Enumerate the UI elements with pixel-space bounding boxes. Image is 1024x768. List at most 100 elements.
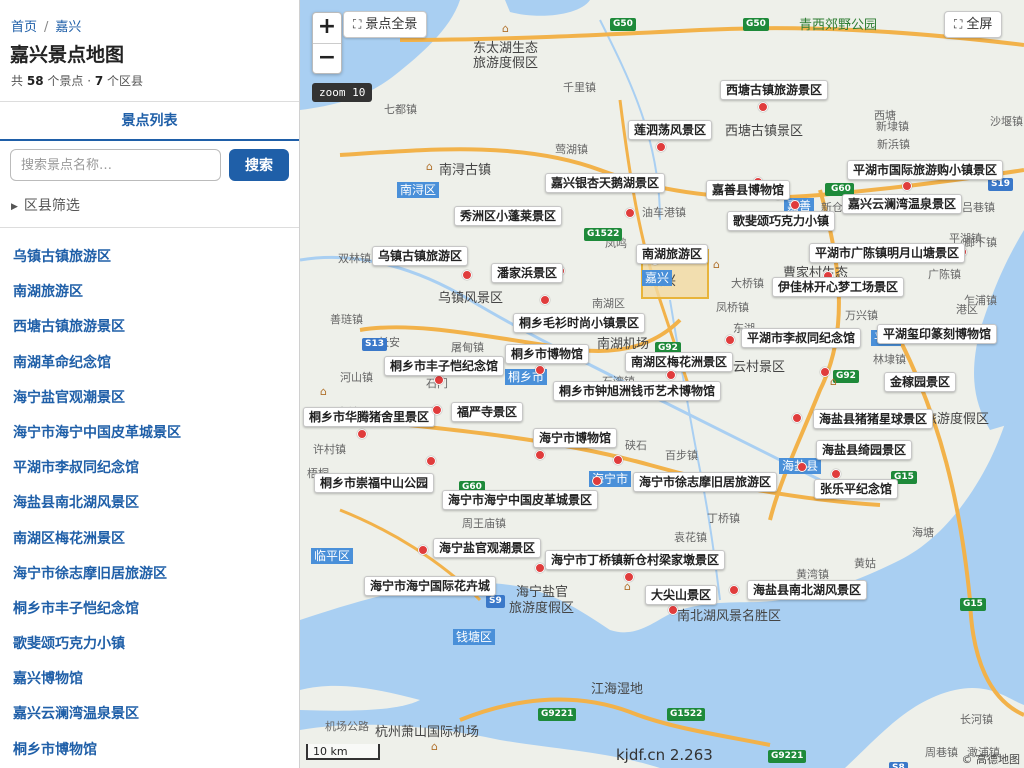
spot-list-item[interactable]: 南湖区梅花洲景区 [0,522,299,557]
map-marker-pin[interactable] [535,365,545,375]
map-marker-label[interactable]: 海宁市海宁中国皮革城景区 [442,490,599,510]
map-marker-pin[interactable] [668,605,678,615]
spot-list-item[interactable]: 海宁盐官观潮景区 [0,381,299,416]
spot-list-item[interactable]: 海盐县南北湖风景区 [0,486,299,521]
district-filter-toggle[interactable]: ▶ 区县筛选 [11,195,80,215]
map-marker-label[interactable]: 莲泗荡风景区 [628,120,713,140]
tab-spot-list[interactable]: 景点列表 [0,101,299,141]
map-place-label: 机场公路 [325,720,369,733]
map-marker-pin[interactable] [624,572,634,582]
map-marker-label[interactable]: 桐乡市崇福中山公园 [314,473,435,493]
map-marker-label[interactable]: 嘉兴云澜湾温泉景区 [842,194,963,214]
road-shield: G50 [610,18,636,31]
spot-list-item[interactable]: 海宁市徐志摩旧居旅游区 [0,557,299,592]
zoom-in-button[interactable]: + [313,13,341,43]
map-place-label: 青西郊野公园 [799,18,878,33]
map-marker-pin[interactable] [426,456,436,466]
map-marker-label[interactable]: 西塘古镇旅游景区 [720,80,829,100]
map-view[interactable]: 东太湖生态 旅游度假区 千里镇 七都镇 南浔古镇 青西郊野公园 西塘古镇景区 新埭镇 吕巷镇 油车… [300,0,1024,768]
map-place-label: 西塘古镇景区 [725,124,804,139]
map-marker-pin[interactable] [790,200,800,210]
map-marker-label[interactable]: 南湖旅游区 [636,244,709,264]
map-marker-label[interactable]: 嘉兴银杏天鹅湖景区 [545,173,666,193]
search-button[interactable]: 搜索 [229,149,289,181]
map-marker-pin[interactable] [535,450,545,460]
map-marker-label[interactable]: 桐乡市华腾猪舍里景区 [303,407,436,427]
map-marker-label[interactable]: 张乐平纪念馆 [814,479,899,499]
map-place-label: 七都镇 [384,103,417,116]
map-marker-label[interactable]: 海宁市博物馆 [533,428,618,448]
map-marker-label[interactable]: 海宁市徐志摩旧居旅游区 [633,472,778,492]
map-place-label: 油车港镇 [642,206,686,219]
map-marker-pin[interactable] [656,142,666,152]
map-marker-pin[interactable] [432,405,442,415]
fullscreen-button[interactable]: ⛶ 全屏 [944,11,1003,38]
map-marker-label[interactable]: 桐乡市博物馆 [505,344,590,364]
map-marker-pin[interactable] [725,335,735,345]
map-marker-label[interactable]: 桐乡市钟旭洲钱币艺术博物馆 [553,381,722,401]
map-place-label: 善琏镇 [330,313,363,326]
zoom-out-button[interactable]: − [313,43,341,73]
map-marker-label[interactable]: 福严寺景区 [451,402,524,422]
map-marker-label[interactable]: 伊佳林开心梦工场景区 [772,277,905,297]
map-marker-pin[interactable] [729,585,739,595]
spot-list-item[interactable]: 南湖旅游区 [0,275,299,310]
spot-list-item[interactable]: 桐乡市丰子恺纪念馆 [0,592,299,627]
spot-list-item[interactable]: 西塘古镇旅游景区 [0,310,299,345]
map-marker-label[interactable]: 嘉善县博物馆 [706,180,791,200]
map-place-label: 屠甸镇 [451,341,484,354]
overview-button[interactable]: ⛶ 景点全景 [343,11,428,38]
map-marker-label[interactable]: 桐乡市丰子恺纪念馆 [384,356,505,376]
map-marker-label[interactable]: 海宁市海宁国际花卉城 [364,576,497,596]
zoom-control: + − [312,12,342,74]
breadcrumb-current[interactable]: 嘉兴 [55,20,81,35]
map-marker-pin[interactable] [357,429,367,439]
map-marker-pin[interactable] [625,208,635,218]
map-marker-label[interactable]: 海盐县猪猪星球景区 [813,409,934,429]
spot-list-item[interactable]: 平湖市李叔同纪念馆 [0,451,299,486]
breadcrumb-home-link[interactable]: 首页 [11,20,37,35]
spot-list-item[interactable]: 海宁市海宁中国皮革城景区 [0,416,299,451]
spot-list-item[interactable]: 桐乡市博物馆 [0,733,299,768]
spot-list-item[interactable]: 嘉兴云澜湾温泉景区 [0,697,299,732]
spot-list-item[interactable]: 歌斐颂巧克力小镇 [0,627,299,662]
map-marker-pin[interactable] [831,469,841,479]
map-marker-pin[interactable] [418,545,428,555]
search-input[interactable] [10,149,221,181]
map-marker-label[interactable]: 平湖市国际旅游购小镇景区 [847,160,1004,180]
map-place-label: 海塘 [912,526,934,539]
map-marker-label[interactable]: 乌镇古镇旅游区 [372,246,469,266]
map-marker-label[interactable]: 金稼园景区 [884,372,957,392]
map-marker-label[interactable]: 歌斐颂巧克力小镇 [727,211,836,231]
map-marker-label[interactable]: 秀洲区小蓬莱景区 [454,206,563,226]
map-marker-pin[interactable] [535,563,545,573]
spot-list-item[interactable]: 乌镇古镇旅游区 [0,240,299,275]
map-place-label: 长河镇 [960,713,993,726]
spot-list-item[interactable]: 嘉兴博物馆 [0,662,299,697]
spot-list-item[interactable]: 南湖革命纪念馆 [0,346,299,381]
map-marker-pin[interactable] [540,295,550,305]
map-marker-pin[interactable] [462,270,472,280]
road-shield: G9221 [768,750,807,763]
map-marker-label[interactable]: 海盐县绮园景区 [816,440,913,460]
map-marker-label[interactable]: 海宁盐官观潮景区 [433,538,542,558]
map-marker-label[interactable]: 平湖玺印篆刻博物馆 [877,324,998,344]
map-marker-pin[interactable] [592,476,602,486]
map-marker-pin[interactable] [613,455,623,465]
map-marker-label[interactable]: 大尖山景区 [645,585,718,605]
map-marker-label[interactable]: 平湖市广陈镇明月山塘景区 [809,243,966,263]
map-marker-pin[interactable] [666,370,676,380]
map-marker-pin[interactable] [902,181,912,191]
map-marker-pin[interactable] [792,413,802,423]
stats-spots-unit: 个景点 · [47,74,92,88]
map-marker-pin[interactable] [758,102,768,112]
map-marker-pin[interactable] [434,375,444,385]
map-marker-label[interactable]: 桐乡毛衫时尚小镇景区 [513,313,646,333]
map-marker-label[interactable]: 南湖区梅花洲景区 [625,352,734,372]
map-marker-pin[interactable] [820,367,830,377]
map-marker-label[interactable]: 平湖市李叔同纪念馆 [741,328,862,348]
map-marker-pin[interactable] [797,462,807,472]
map-marker-label[interactable]: 海盐县南北湖风景区 [747,580,868,600]
map-marker-label[interactable]: 潘家浜景区 [491,263,564,283]
map-marker-label[interactable]: 海宁市丁桥镇新仓村梁家墩景区 [545,550,726,570]
